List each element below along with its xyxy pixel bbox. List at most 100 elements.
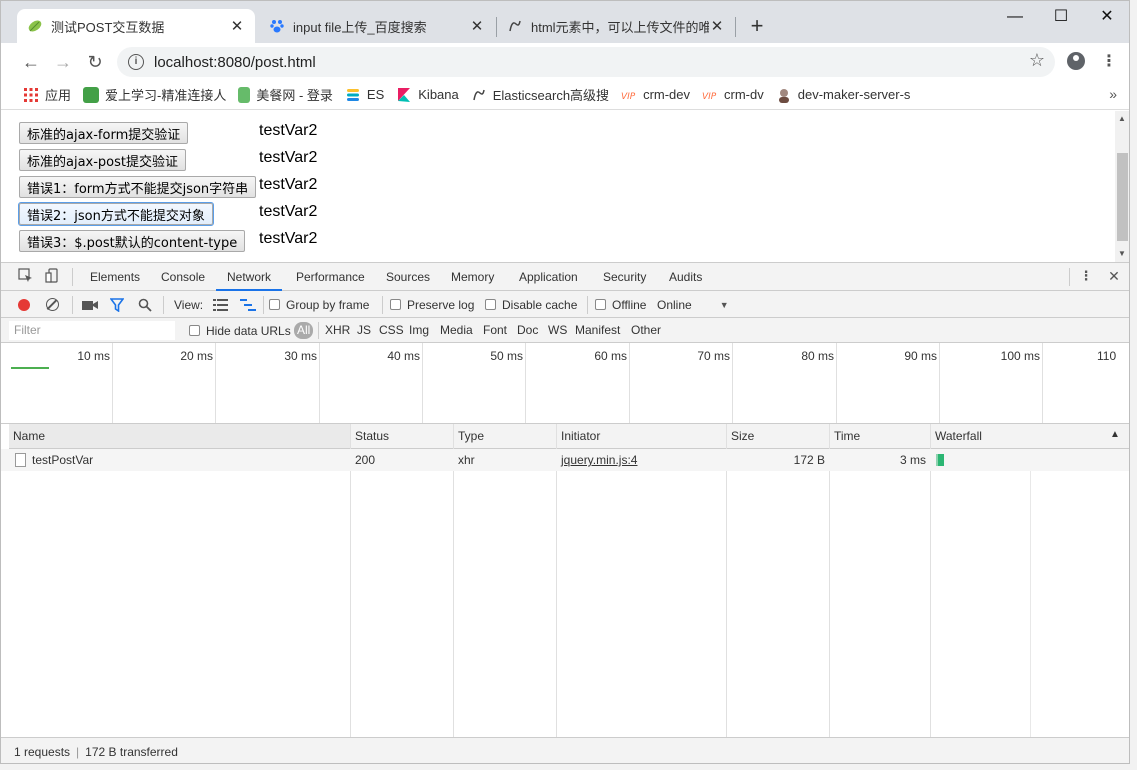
tab-separator xyxy=(735,17,736,37)
maximize-button[interactable]: ☐ xyxy=(1038,3,1084,31)
error2-button[interactable]: 错误2：json方式不能提交对象 xyxy=(18,202,214,226)
screenshot-button[interactable] xyxy=(82,291,98,318)
devtools-tab-performance[interactable]: Performance xyxy=(295,263,366,291)
column-header-name[interactable]: Name xyxy=(9,424,350,449)
close-icon[interactable]: ✕ xyxy=(469,17,485,35)
bookmark-item[interactable]: dev-maker-server-s xyxy=(776,87,910,103)
back-button[interactable]: ← xyxy=(18,49,44,75)
devtools-menu-icon[interactable]: ⋮ xyxy=(1078,268,1094,284)
bookmark-item[interactable]: VIP crm-dev xyxy=(621,87,690,103)
close-icon[interactable]: ✕ xyxy=(229,17,245,35)
info-icon[interactable]: i xyxy=(128,54,144,70)
bookmark-item[interactable]: Elasticsearch高级搜 xyxy=(471,85,609,104)
close-window-button[interactable]: ✕ xyxy=(1084,3,1129,31)
forward-button[interactable]: → xyxy=(50,49,76,75)
bookmark-item[interactable]: 美餐网 - 登录 xyxy=(238,85,333,104)
bookmark-item[interactable]: 爱上学习-精准连接人 xyxy=(83,85,226,104)
checkbox[interactable] xyxy=(485,299,496,310)
checkbox[interactable] xyxy=(595,299,606,310)
throttling-select[interactable]: Online ▼ xyxy=(657,291,729,318)
error1-button[interactable]: 错误1：form方式不能提交json字符串 xyxy=(19,176,257,198)
devtools-tab-sources[interactable]: Sources xyxy=(385,263,431,291)
tab-html-upload[interactable]: html元素中，可以上传文件的唯 ✕ xyxy=(497,9,735,43)
filter-type-xhr[interactable]: XHR xyxy=(325,318,350,343)
column-header-status[interactable]: Status xyxy=(351,424,453,449)
bookmark-item[interactable]: VIP crm-dv xyxy=(702,87,764,103)
devtools-close-icon[interactable]: ✕ xyxy=(1106,268,1122,284)
request-status: 200 xyxy=(355,453,376,467)
scroll-down-icon[interactable]: ▼ xyxy=(1118,249,1126,258)
bookmark-apps[interactable]: 应用 xyxy=(23,85,71,104)
column-header-waterfall[interactable]: Waterfall xyxy=(931,424,1129,449)
new-tab-button[interactable]: + xyxy=(745,14,769,38)
column-header-time[interactable]: Time xyxy=(830,424,930,449)
device-toolbar-icon[interactable] xyxy=(44,268,60,284)
search-button[interactable] xyxy=(138,291,152,318)
table-row[interactable]: testPostVar 200 xhr jquery.min.js:4 172 … xyxy=(1,449,1129,471)
devtools-tab-console[interactable]: Console xyxy=(160,263,206,291)
filter-type-manifest[interactable]: Manifest xyxy=(575,318,620,343)
devtools-tab-application[interactable]: Application xyxy=(518,263,579,291)
filter-type-all[interactable]: All xyxy=(294,322,314,339)
filter-toggle-button[interactable] xyxy=(110,291,124,318)
group-by-frame-checkbox[interactable]: Group by frame xyxy=(269,291,369,318)
devtools-tab-network[interactable]: Network xyxy=(216,263,282,291)
account-icon[interactable] xyxy=(1067,52,1085,70)
devtools-tab-audits[interactable]: Audits xyxy=(668,263,703,291)
page-scrollbar[interactable]: ▲ ▼ xyxy=(1115,111,1129,262)
checkbox[interactable] xyxy=(269,299,280,310)
tick-label: 20 ms xyxy=(180,349,213,363)
filter-type-font[interactable]: Font xyxy=(483,318,507,343)
tab-post-test[interactable]: 测试POST交互数据 ✕ xyxy=(17,9,255,43)
hide-data-urls-checkbox[interactable]: Hide data URLs xyxy=(189,318,291,343)
star-icon[interactable]: ☆ xyxy=(1029,50,1045,71)
ajax-post-button[interactable]: 标准的ajax-post提交验证 xyxy=(19,149,187,171)
overview-toggle-button[interactable] xyxy=(240,291,256,318)
filter-type-other[interactable]: Other xyxy=(631,318,661,343)
tab-baidu-search[interactable]: input file上传_百度搜索 ✕ xyxy=(259,9,495,43)
menu-icon[interactable]: ⋮ xyxy=(1101,51,1117,71)
filter-type-img[interactable]: Img xyxy=(409,318,429,343)
large-rows-button[interactable] xyxy=(213,291,228,318)
filter-input[interactable]: Filter xyxy=(9,321,175,340)
column-header-size[interactable]: Size xyxy=(727,424,829,449)
filter-type-doc[interactable]: Doc xyxy=(517,318,538,343)
disable-cache-checkbox[interactable]: Disable cache xyxy=(485,291,577,318)
request-name-cell[interactable]: testPostVar xyxy=(11,449,350,471)
clear-button[interactable] xyxy=(46,291,59,318)
ajax-form-button[interactable]: 标准的ajax-form提交验证 xyxy=(19,122,189,144)
checkbox[interactable] xyxy=(390,299,401,310)
bookmark-item[interactable]: ES xyxy=(345,87,384,103)
scrollbar-thumb[interactable] xyxy=(1117,153,1128,241)
initiator-link[interactable]: jquery.min.js:4 xyxy=(561,453,637,467)
filter-type-media[interactable]: Media xyxy=(440,318,473,343)
filter-type-js[interactable]: JS xyxy=(357,318,371,343)
dropdown-arrow-icon: ▼ xyxy=(719,299,729,310)
devtools-tab-security[interactable]: Security xyxy=(602,263,647,291)
column-header-initiator[interactable]: Initiator xyxy=(557,424,726,449)
devtools-tab-elements[interactable]: Elements xyxy=(89,263,141,291)
checkbox-label: Disable cache xyxy=(502,297,578,312)
reload-button[interactable]: ↻ xyxy=(82,49,108,75)
address-bar[interactable]: i localhost:8080/post.html ☆ xyxy=(117,47,1055,77)
scroll-up-icon[interactable]: ▲ xyxy=(1118,114,1126,123)
waterfall-bar[interactable] xyxy=(936,454,944,466)
preserve-log-checkbox[interactable]: Preserve log xyxy=(390,291,474,318)
filter-type-ws[interactable]: WS xyxy=(548,318,567,343)
offline-checkbox[interactable]: Offline xyxy=(595,291,646,318)
column-header-type[interactable]: Type xyxy=(454,424,556,449)
bookmark-item[interactable]: Kibana xyxy=(396,87,459,103)
network-overview[interactable]: 10 ms 20 ms 30 ms 40 ms 50 ms 60 ms 70 m… xyxy=(1,343,1129,424)
tick-label: 30 ms xyxy=(284,349,317,363)
minimize-button[interactable]: — xyxy=(992,3,1038,31)
error3-button[interactable]: 错误3：$.post默认的content-type xyxy=(19,230,246,252)
sort-ascending-icon[interactable]: ▲ xyxy=(1110,429,1120,440)
inspect-element-icon[interactable] xyxy=(17,268,33,284)
grid-line xyxy=(732,343,733,423)
close-icon[interactable]: ✕ xyxy=(709,17,725,35)
chevron-double-right-icon[interactable]: » xyxy=(1109,86,1117,102)
filter-type-css[interactable]: CSS xyxy=(379,318,404,343)
devtools-tab-memory[interactable]: Memory xyxy=(450,263,495,291)
checkbox[interactable] xyxy=(189,325,200,336)
record-button[interactable] xyxy=(18,291,30,318)
